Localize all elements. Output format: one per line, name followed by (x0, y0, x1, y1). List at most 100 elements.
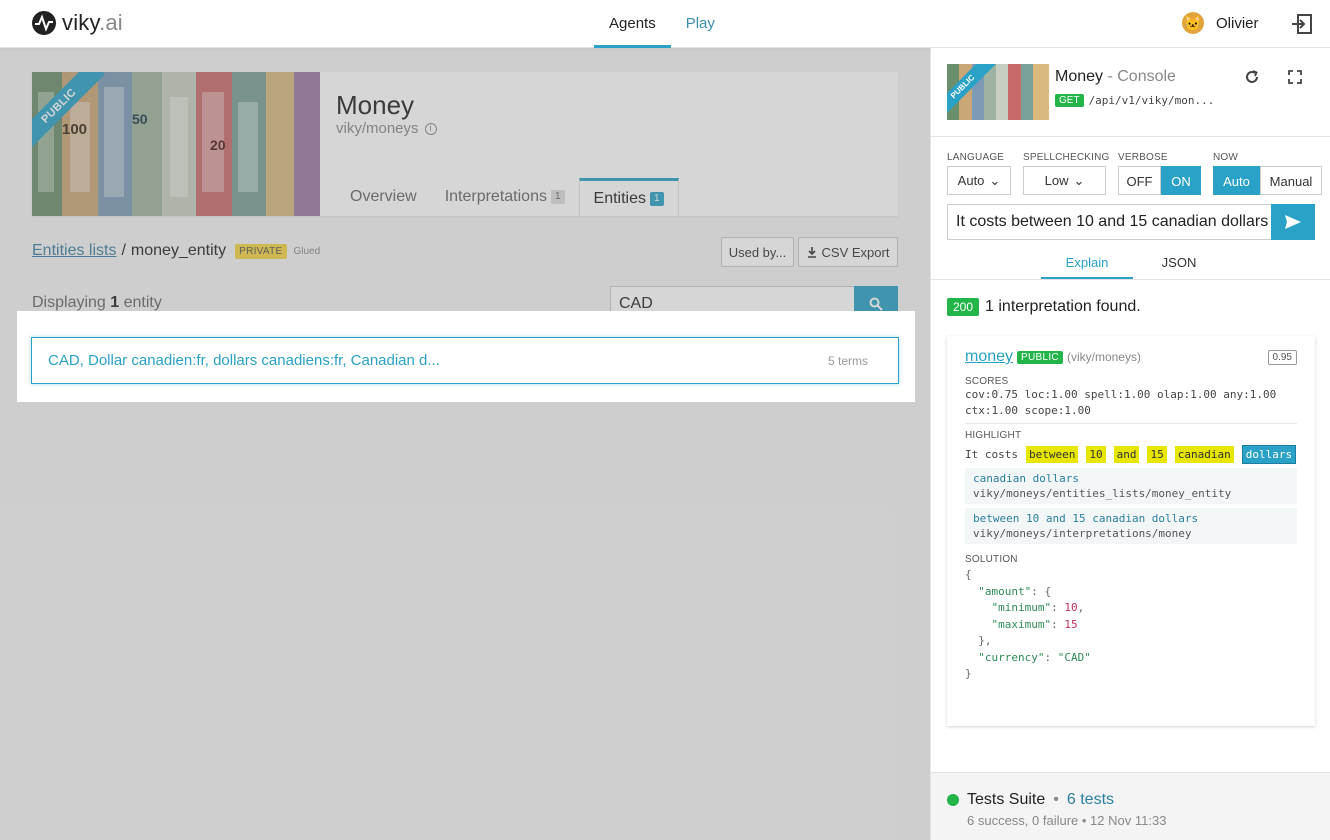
console-agent-image: PUBLIC (947, 64, 1049, 120)
tab-explain[interactable]: Explain (1041, 248, 1133, 279)
send-icon (1285, 215, 1301, 229)
search-icon (869, 297, 883, 311)
svg-text:50: 50 (132, 111, 148, 127)
user-menu[interactable]: 🐱 Olivier (1182, 12, 1259, 34)
console-panel: PUBLIC Money - Console GET /api/v1/viky/… (930, 48, 1330, 840)
verbose-off-button[interactable]: OFF (1118, 166, 1161, 195)
match-entity-block: canadian dollars viky/moneys/entities_li… (965, 468, 1297, 504)
tests-suite-bar[interactable]: Tests Suite • 6 tests 6 success, 0 failu… (931, 772, 1330, 840)
tab-interpretations[interactable]: Interpretations 1 (431, 178, 579, 216)
main-nav: Agents Play (594, 0, 730, 48)
tests-summary: 6 success, 0 failure • 12 Nov 11:33 (967, 813, 1167, 828)
agent-tabs: Overview Interpretations 1 Entities 1 (336, 178, 679, 216)
breadcrumb-separator: / (121, 242, 126, 259)
logo[interactable]: viky.ai (32, 10, 123, 36)
status-code-badge: 200 (947, 298, 980, 316)
interpretation-card: money PUBLIC (viky/moneys) 0.95 SCORES c… (947, 336, 1315, 726)
scores-label: SCORES (965, 376, 1009, 387)
used-by-button[interactable]: Used by... (721, 237, 794, 267)
status-dot-icon (947, 794, 959, 806)
entities-count-badge: 1 (650, 191, 664, 206)
entity-terms: CAD, Dollar canadien:fr, dollars canadie… (48, 352, 440, 369)
agent-slug-text: viky/moneys (336, 120, 419, 137)
interpretation-slug: (viky/moneys) (1066, 350, 1141, 364)
language-select[interactable]: Auto ⌄ (947, 166, 1011, 195)
now-auto-button[interactable]: Auto (1213, 166, 1260, 195)
highlight-token[interactable]: 15 (1147, 446, 1167, 463)
console-title: Money - Console (1055, 68, 1176, 85)
chevron-down-icon: ⌄ (1073, 172, 1085, 188)
now-manual-button[interactable]: Manual (1260, 166, 1322, 195)
svg-text:20: 20 (210, 137, 226, 153)
verbose-toggle: OFF ON (1118, 166, 1201, 195)
solution-label: SOLUTION (965, 554, 1018, 565)
verbose-on-button[interactable]: ON (1161, 166, 1201, 195)
language-option: LANGUAGE Auto ⌄ (947, 152, 1011, 195)
displaying-count: Displaying 1 entity (32, 294, 162, 311)
agent-slug: viky/moneys i (336, 120, 437, 137)
divider (965, 423, 1297, 424)
highlight-token[interactable]: between (1025, 446, 1079, 463)
private-badge: PRIVATE (235, 243, 287, 259)
agent-header-card: 100 50 20 PUBLIC Money viky/moneys i Ove… (32, 72, 898, 216)
score-badge: 0.95 (1267, 349, 1297, 365)
logout-icon[interactable] (1290, 12, 1314, 36)
verbose-option: VERBOSE OFF ON (1118, 152, 1201, 195)
tab-json[interactable]: JSON (1133, 248, 1225, 279)
agent-name: Money (336, 90, 415, 120)
query-input[interactable]: It costs between 10 and 15 canadian doll… (947, 204, 1271, 240)
breadcrumb-current: money_entity (130, 242, 227, 259)
scores-line-2: ctx:1.00 scope:1.00 (965, 404, 1091, 417)
console-divider (931, 136, 1330, 137)
agent-banner-image: 100 50 20 PUBLIC (32, 72, 320, 216)
highlight-token[interactable]: and (1113, 446, 1140, 463)
status-line: 200 1 interpretation found. (947, 298, 1141, 316)
get-method-badge: GET (1055, 94, 1084, 107)
nav-tab-play[interactable]: Play (671, 0, 730, 48)
scores-line-1: cov:0.75 loc:1.00 spell:1.00 olap:1.00 a… (965, 388, 1277, 401)
console-endpoint: GET /api/v1/viky/mon... (1055, 94, 1214, 107)
csv-export-button[interactable]: CSV Export (798, 237, 898, 267)
glued-label: Glued (293, 245, 321, 257)
highlight-plain: It costs (965, 448, 1018, 461)
top-navbar: viky.ai Agents Play 🐱 Olivier (0, 0, 1330, 48)
spellchecking-option: SPELLCHECKING Low ⌄ (1023, 152, 1110, 195)
user-name: Olivier (1216, 14, 1259, 32)
tests-suite-title: Tests Suite • 6 tests (947, 791, 1114, 809)
highlight-line: It costs between 10 and 15 canadian doll… (965, 445, 1297, 464)
chevron-down-icon: ⌄ (989, 172, 1001, 188)
svg-text:100: 100 (62, 121, 87, 138)
entity-terms-count: 5 terms (827, 353, 868, 368)
logo-text: viky.ai (62, 10, 123, 35)
logo-icon (32, 11, 56, 35)
download-icon (807, 246, 816, 258)
entity-row[interactable]: CAD, Dollar canadien:fr, dollars canadie… (31, 337, 899, 384)
console-tabs: Explain JSON (931, 248, 1330, 280)
breadcrumb: Entities lists / money_entity PRIVATE Gl… (32, 242, 320, 260)
status-text: 1 interpretation found. (985, 298, 1141, 315)
endpoint-url[interactable]: /api/v1/viky/mon... (1089, 94, 1215, 107)
spellchecking-select[interactable]: Low ⌄ (1023, 166, 1106, 195)
query-box: It costs between 10 and 15 canadian doll… (947, 204, 1315, 240)
tab-entities[interactable]: Entities 1 (578, 178, 679, 216)
fullscreen-icon[interactable] (1286, 68, 1304, 86)
public-badge: PUBLIC (1017, 350, 1063, 364)
highlight-label: HIGHLIGHT (965, 430, 1022, 441)
refresh-icon[interactable] (1243, 68, 1261, 86)
info-icon[interactable]: i (424, 122, 437, 135)
solution-json: { "amount": { "minimum": 10, "maximum": … (965, 568, 1091, 680)
cat-avatar-icon: 🐱 (1182, 12, 1204, 34)
match-interpretation-block: between 10 and 15 canadian dollars viky/… (965, 508, 1297, 544)
send-button[interactable] (1271, 204, 1315, 240)
highlight-token[interactable]: canadian (1174, 446, 1234, 463)
nav-tab-agents[interactable]: Agents (594, 0, 671, 48)
tab-overview[interactable]: Overview (336, 178, 431, 216)
interpretations-count-badge: 1 (550, 190, 565, 204)
now-option: NOW Auto Manual (1213, 152, 1322, 195)
highlight-token[interactable]: 10 (1086, 446, 1106, 463)
now-toggle: Auto Manual (1213, 166, 1322, 195)
breadcrumb-entities-lists-link[interactable]: Entities lists (32, 242, 116, 260)
highlight-token-active[interactable]: dollars (1241, 445, 1297, 464)
interpretation-link[interactable]: money (965, 348, 1013, 366)
interpretation-header: money PUBLIC (viky/moneys) 0.95 (965, 348, 1297, 366)
